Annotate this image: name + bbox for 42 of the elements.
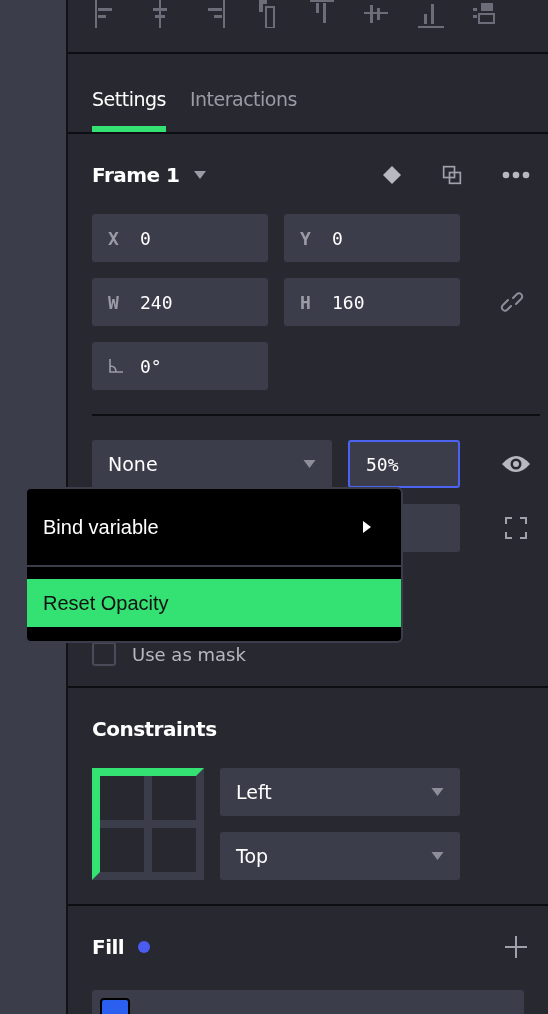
copy-icon[interactable] xyxy=(442,165,462,185)
caret-icon[interactable] xyxy=(193,171,206,179)
blend-dropdown[interactable]: None xyxy=(92,440,332,488)
section-title: Constraints xyxy=(92,717,217,741)
horizontal-dropdown[interactable]: Left xyxy=(220,768,460,816)
tab[interactable]: Interactions xyxy=(189,88,297,132)
caret-icon xyxy=(303,460,316,468)
checkbox-label: Use as mask xyxy=(132,643,246,665)
menu-item[interactable]: Reset Opacity xyxy=(27,579,401,627)
tab[interactable]: Settings xyxy=(92,88,166,132)
dropdown-value: None xyxy=(108,453,158,475)
field-label: X xyxy=(108,227,120,249)
dropdown-value: Left xyxy=(236,781,272,803)
diamond-icon[interactable] xyxy=(382,165,402,185)
field-value: 240 xyxy=(140,291,173,313)
more-icon[interactable] xyxy=(502,171,530,179)
menu-item[interactable]: Bind variable xyxy=(27,489,401,565)
input-field[interactable]: X 0 xyxy=(92,214,268,262)
field-value: 0° xyxy=(140,355,162,377)
caret-icon xyxy=(431,788,444,796)
dropdown-value: Top xyxy=(236,845,269,867)
frame-title: Frame 1 xyxy=(92,163,180,187)
add-icon[interactable] xyxy=(504,935,528,959)
input-field[interactable]: 0° xyxy=(92,342,268,390)
field-value: 0 xyxy=(140,227,151,249)
field-value: 160 xyxy=(332,291,365,313)
input-field[interactable]: W 240 xyxy=(92,278,268,326)
angle-icon xyxy=(108,358,124,374)
field-label: Y xyxy=(300,227,312,249)
eye-icon[interactable] xyxy=(501,454,531,474)
focus-icon[interactable] xyxy=(505,517,527,539)
caret-icon xyxy=(431,852,444,860)
opacity-field[interactable]: 50% xyxy=(348,440,460,488)
field-label: W xyxy=(108,291,120,313)
submenu-arrow-icon xyxy=(363,521,371,533)
constraint-widget[interactable] xyxy=(92,768,204,880)
field-value: 0 xyxy=(332,227,343,249)
section-title: Fill xyxy=(92,935,125,959)
field-label: H xyxy=(300,291,312,313)
input-field[interactable]: H 160 xyxy=(284,278,460,326)
vertical-dropdown[interactable]: Top xyxy=(220,832,460,880)
input-field[interactable]: Y 0 xyxy=(284,214,460,262)
